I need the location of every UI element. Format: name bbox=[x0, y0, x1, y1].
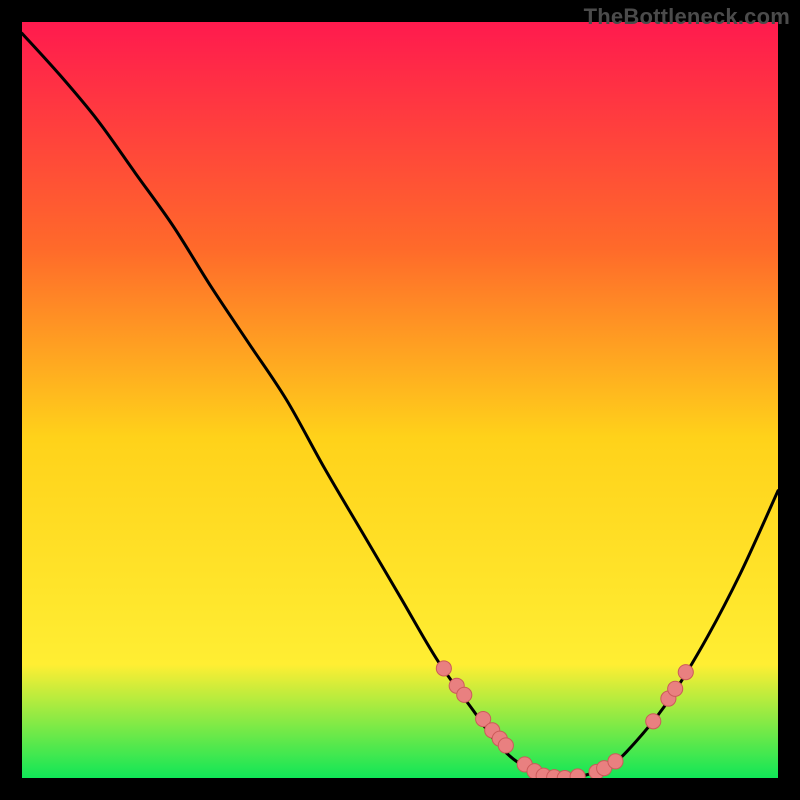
curve-dot bbox=[498, 738, 513, 753]
chart-container: TheBottleneck.com bbox=[0, 0, 800, 800]
curve-dot bbox=[457, 687, 472, 702]
curve-dot bbox=[646, 714, 661, 729]
curve-dot bbox=[436, 661, 451, 676]
curve-dot bbox=[608, 754, 623, 769]
curve-dot bbox=[678, 665, 693, 680]
bottleneck-curve-chart bbox=[22, 22, 778, 778]
gradient-background bbox=[22, 22, 778, 778]
watermark-text: TheBottleneck.com bbox=[584, 4, 790, 30]
plot-area bbox=[22, 22, 778, 778]
curve-dot bbox=[668, 681, 683, 696]
